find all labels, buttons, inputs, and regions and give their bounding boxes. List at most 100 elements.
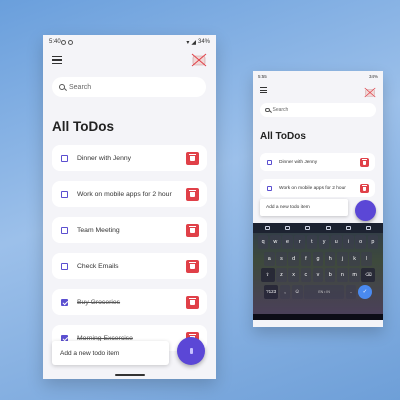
- key-e[interactable]: e: [282, 235, 293, 250]
- delete-button[interactable]: [360, 157, 369, 167]
- trash-icon: [362, 159, 367, 165]
- page-title: All ToDos: [260, 131, 306, 142]
- key-c[interactable]: c: [300, 268, 312, 283]
- todo-item[interactable]: Dinner with Jenny: [52, 145, 207, 171]
- todo-checkbox[interactable]: [61, 190, 68, 198]
- app-bar: [43, 49, 216, 71]
- enter-key[interactable]: ✓: [357, 284, 372, 299]
- comma-key[interactable]: ,: [279, 284, 291, 299]
- todo-item[interactable]: Team Meeting: [52, 217, 207, 243]
- status-time: 5:40: [49, 39, 61, 45]
- key-n[interactable]: n: [337, 268, 348, 283]
- todo-checkbox[interactable]: [267, 185, 272, 191]
- add-todo-button[interactable]: [355, 200, 376, 221]
- key-v[interactable]: v: [312, 268, 324, 283]
- key-f[interactable]: f: [300, 251, 312, 266]
- plus-icon: [189, 348, 193, 354]
- key-h[interactable]: h: [324, 251, 336, 266]
- key-w[interactable]: w: [270, 235, 281, 250]
- key-d[interactable]: d: [288, 251, 299, 266]
- status-time: 5:55: [258, 74, 267, 79]
- search-bar[interactable]: Search: [52, 77, 206, 97]
- keyboard-row-2: asdfghjkl: [253, 251, 383, 266]
- key-s[interactable]: s: [276, 251, 287, 266]
- delete-button[interactable]: [360, 183, 369, 193]
- search-icon: [265, 107, 270, 113]
- add-todo-input[interactable]: Add a new todo item: [52, 341, 169, 365]
- avatar[interactable]: [191, 53, 207, 67]
- key-g[interactable]: g: [312, 251, 324, 266]
- todo-item[interactable]: Buy Groceries: [52, 289, 207, 315]
- nav-bar: [253, 314, 383, 320]
- space-key[interactable]: EN • IN: [304, 284, 345, 299]
- delete-button[interactable]: [186, 187, 199, 201]
- delete-button[interactable]: [186, 223, 199, 237]
- palette-icon[interactable]: [345, 226, 351, 230]
- key-j[interactable]: j: [337, 251, 348, 266]
- todo-checkbox[interactable]: [61, 226, 68, 234]
- menu-icon[interactable]: [260, 87, 267, 93]
- key-u[interactable]: u: [330, 235, 342, 250]
- key-i[interactable]: i: [343, 235, 354, 250]
- gif-icon[interactable]: [305, 226, 311, 230]
- todo-item[interactable]: Dinner with Jenny: [260, 153, 375, 171]
- page-title: All ToDos: [52, 119, 114, 134]
- todo-text: Buy Groceries: [77, 298, 121, 306]
- key-a[interactable]: a: [263, 251, 275, 266]
- key-y[interactable]: y: [318, 235, 330, 250]
- add-todo-button[interactable]: [177, 337, 205, 365]
- gesture-nav-bar: [43, 371, 216, 379]
- keyboard-row-3: ⇧ z x c v b n m ⌫: [253, 268, 383, 283]
- settings-icon: [67, 39, 73, 45]
- keyboard-row-1: qwertyuiop: [253, 235, 383, 250]
- todo-text: Team Meeting: [77, 226, 120, 234]
- add-todo-input[interactable]: Add a new todo item: [260, 199, 348, 216]
- todo-text: Work on mobile apps for 2 hour: [279, 185, 346, 191]
- key-z[interactable]: z: [276, 268, 287, 283]
- key-k[interactable]: k: [349, 251, 360, 266]
- search-bar[interactable]: Search: [260, 103, 376, 117]
- app-bar: [253, 82, 383, 98]
- todo-item[interactable]: Work on mobile apps for 2 hour: [52, 181, 207, 207]
- shift-key[interactable]: ⇧: [260, 268, 275, 283]
- key-o[interactable]: o: [355, 235, 366, 250]
- todo-item[interactable]: Check Emails: [52, 253, 207, 279]
- settings-icon[interactable]: [325, 226, 331, 230]
- key-m[interactable]: m: [349, 268, 360, 283]
- todo-checkbox[interactable]: [267, 159, 272, 165]
- key-t[interactable]: t: [306, 235, 318, 250]
- avatar-crossed-icon: [191, 53, 207, 67]
- key-q[interactable]: q: [257, 235, 269, 250]
- apps-icon[interactable]: [264, 226, 270, 230]
- avatar[interactable]: [364, 85, 376, 97]
- todo-checkbox[interactable]: [61, 154, 68, 162]
- key-r[interactable]: r: [294, 235, 306, 250]
- mic-icon[interactable]: [366, 226, 372, 230]
- emoji-key[interactable]: ☺: [291, 284, 303, 299]
- key-x[interactable]: x: [288, 268, 299, 283]
- search-placeholder: Search: [69, 83, 92, 91]
- todo-item[interactable]: Work on mobile apps for 2 hour: [260, 179, 375, 197]
- menu-icon[interactable]: [52, 56, 62, 64]
- delete-button[interactable]: [186, 295, 199, 309]
- sticker-icon[interactable]: [284, 226, 290, 230]
- add-todo-placeholder: Add a new todo item: [266, 205, 310, 210]
- symbols-key[interactable]: ?123: [264, 284, 279, 299]
- todo-text: Work on mobile apps for 2 hour: [77, 190, 172, 198]
- key-p[interactable]: p: [367, 235, 379, 250]
- keyboard-row-4: ?123 , ☺ EN • IN . ✓: [253, 284, 383, 299]
- backspace-key[interactable]: ⌫: [361, 268, 376, 283]
- status-battery: 34%: [368, 74, 378, 79]
- delete-button[interactable]: [186, 151, 199, 165]
- todo-checkbox[interactable]: [61, 262, 68, 270]
- status-battery: 34%: [197, 39, 210, 45]
- avatar-crossed-icon: [364, 87, 376, 97]
- add-todo-placeholder: Add a new todo item: [60, 349, 120, 357]
- delete-button[interactable]: [186, 259, 199, 273]
- todo-checkbox-checked[interactable]: [61, 298, 68, 306]
- keyboard-toolbar: [253, 223, 383, 233]
- key-l[interactable]: l: [361, 251, 373, 266]
- period-key[interactable]: .: [345, 284, 357, 299]
- key-b[interactable]: b: [324, 268, 336, 283]
- status-bar: 5:55 34%: [253, 71, 383, 82]
